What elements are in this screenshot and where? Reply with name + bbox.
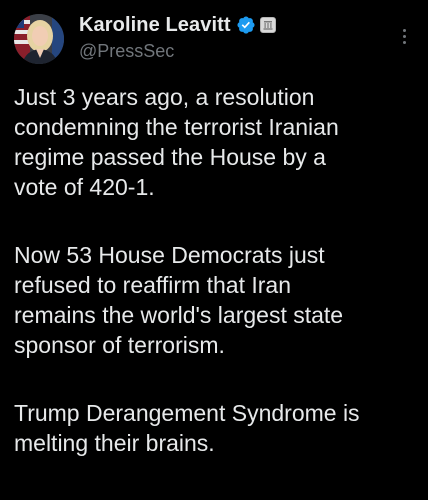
more-dot xyxy=(402,28,406,32)
display-name[interactable]: Karoline Leavitt xyxy=(79,14,231,37)
post-text-line: Now 53 House Democrats just xyxy=(14,242,325,268)
post-text-line: condemning the terrorist Iranian xyxy=(14,114,339,140)
post-text-line: regime passed the House by a xyxy=(14,144,326,170)
verified-badge-icon xyxy=(236,15,256,35)
post-text-line: Just 3 years ago, a resolution xyxy=(14,84,315,110)
post-paragraph: Now 53 House Democrats just refused to r… xyxy=(14,240,418,360)
post-body: Just 3 years ago, a resolution condemnin… xyxy=(14,82,418,458)
name-row: Karoline Leavitt xyxy=(79,12,388,38)
post-text-line: sponsor of terrorism. xyxy=(14,332,225,358)
post-text-line: vote of 420-1. xyxy=(14,174,155,200)
post-paragraph: Trump Derangement Syndrome is melting th… xyxy=(14,398,418,458)
post-text-line: Trump Derangement Syndrome is xyxy=(14,400,360,426)
user-handle[interactable]: @PressSec xyxy=(79,41,388,62)
post-card: Karoline Leavitt @PressSec Just 3 years … xyxy=(0,0,428,500)
avatar[interactable] xyxy=(14,14,64,64)
more-dot xyxy=(402,40,406,44)
post-paragraph: Just 3 years ago, a resolution condemnin… xyxy=(14,82,418,202)
government-seal-icon[interactable] xyxy=(259,17,276,33)
post-header: Karoline Leavitt @PressSec xyxy=(79,12,388,62)
avatar-image xyxy=(14,14,64,64)
post-text-line: refused to reaffirm that Iran xyxy=(14,272,291,298)
post-text-line: remains the world's largest state xyxy=(14,302,344,328)
more-dot xyxy=(402,34,406,38)
more-options-icon[interactable] xyxy=(394,24,414,48)
post-text-line: melting their brains. xyxy=(14,430,215,456)
